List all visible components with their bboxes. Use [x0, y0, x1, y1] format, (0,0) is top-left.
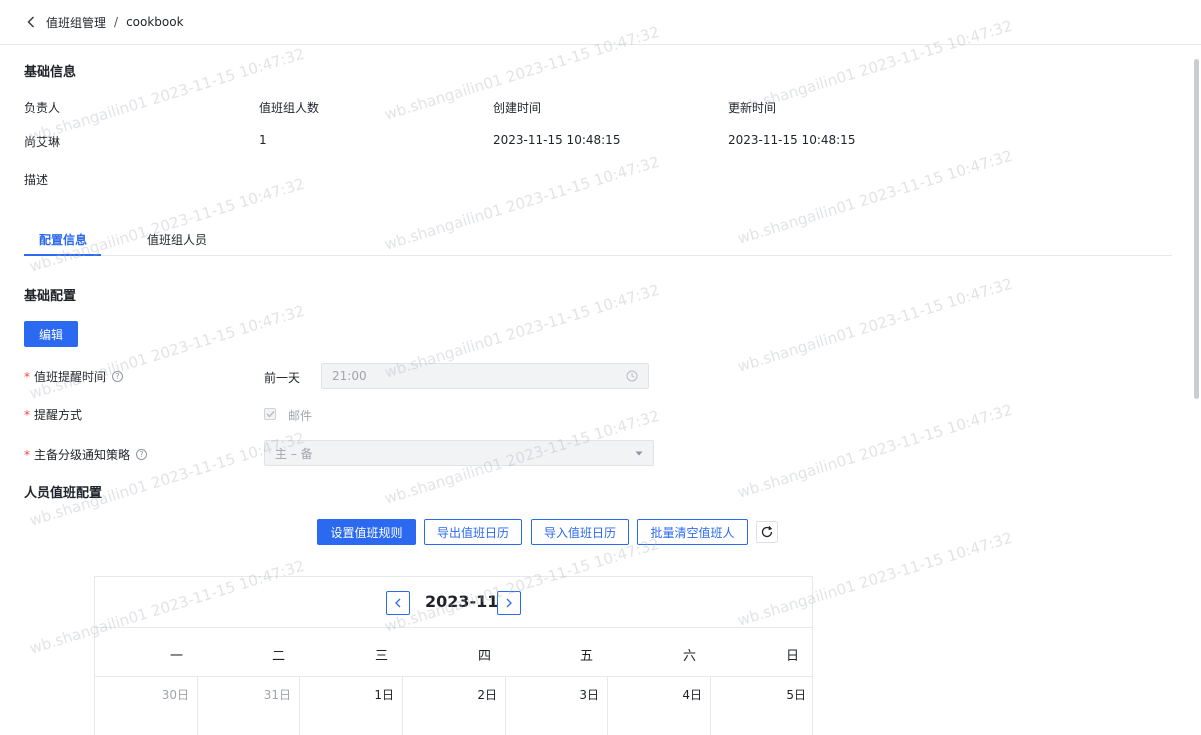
caret-down-icon [635, 451, 643, 456]
prev-month-button[interactable] [386, 591, 410, 615]
export-calendar-button[interactable]: 导出值班日历 [424, 519, 522, 545]
basic-config-title: 基础配置 [24, 289, 77, 304]
strategy-label: * 主备分级通知策略 ? [24, 446, 148, 463]
reminder-time-label-text: 值班提醒时间 [34, 370, 107, 384]
reminder-time-value: 21:00 [332, 369, 367, 383]
email-checkbox[interactable] [264, 408, 276, 420]
strategy-label-text: 主备分级通知策略 [34, 448, 131, 462]
calendar-day-cell[interactable]: 3日 [505, 677, 608, 735]
reminder-method-label: * 提醒方式 [24, 406, 82, 423]
schedule-config-title: 人员值班配置 [24, 486, 103, 501]
breadcrumb-separator: / [114, 15, 119, 29]
tab-bar: 配置信息 值班组人员 [24, 224, 1172, 256]
tab-active-indicator [24, 254, 101, 256]
weekday-mon: 一 [169, 649, 183, 664]
clock-icon [626, 370, 638, 382]
strategy-select[interactable]: 主 – 备 [264, 440, 654, 466]
calendar-day-cell[interactable]: 1日 [300, 677, 403, 735]
member-count-value: 1 [259, 133, 267, 147]
owner-label: 负责人 [24, 101, 61, 115]
help-icon[interactable]: ? [112, 371, 124, 382]
refresh-icon [760, 525, 774, 539]
basic-info-title: 基础信息 [24, 65, 77, 80]
scrollbar-thumb[interactable] [1194, 59, 1199, 399]
email-checkbox-label: 邮件 [288, 409, 313, 423]
duty-calendar: 2023-11 一 二 三 四 五 六 日 30日 31日 1日 2日 3日 4… [94, 576, 813, 735]
scrollbar[interactable] [1193, 45, 1201, 735]
reminder-prefix: 前一天 [264, 371, 301, 385]
clear-assignees-button[interactable]: 批量清空值班人 [637, 519, 748, 545]
breadcrumb: 值班组管理 / cookbook [0, 0, 1201, 45]
weekday-sat: 六 [682, 649, 696, 664]
updated-time-value: 2023-11-15 10:48:15 [728, 133, 856, 147]
required-mark: * [24, 407, 30, 422]
weekday-fri: 五 [579, 649, 593, 664]
tab-group-members[interactable]: 值班组人员 [147, 231, 207, 248]
calendar-day-cell[interactable]: 2日 [403, 677, 506, 735]
watermark: wb.shangailin01 2023-11-15 10:47:32 [27, 301, 307, 403]
calendar-month-title: 2023-11 [425, 592, 499, 611]
created-time-value: 2023-11-15 10:48:15 [493, 133, 621, 147]
help-icon[interactable]: ? [136, 449, 148, 460]
weekday-sun: 日 [785, 649, 799, 664]
watermark: wb.shangailin01 2023-11-15 10:47:32 [735, 274, 1015, 376]
reminder-time-input[interactable]: 21:00 [321, 363, 649, 389]
calendar-day-cell[interactable]: 30日 [95, 677, 198, 735]
required-mark: * [24, 369, 30, 384]
strategy-select-value: 主 – 备 [275, 446, 313, 461]
required-mark: * [24, 447, 30, 462]
weekday-tue: 二 [271, 649, 285, 664]
updated-time-label: 更新时间 [728, 101, 777, 115]
tab-config-info[interactable]: 配置信息 [39, 231, 87, 248]
weekday-wed: 三 [374, 649, 388, 664]
refresh-button[interactable] [756, 521, 778, 543]
reminder-time-label: * 值班提醒时间 ? [24, 368, 124, 385]
calendar-week-row: 30日 31日 1日 2日 3日 4日 5日 [95, 677, 812, 735]
owner-value: 尚艾琳 [24, 135, 61, 149]
chevron-left-icon[interactable] [24, 16, 38, 28]
calendar-day-cell[interactable]: 5日 [711, 677, 812, 735]
set-rule-button[interactable]: 设置值班规则 [317, 519, 416, 545]
description-label: 描述 [24, 173, 49, 187]
created-time-label: 创建时间 [493, 101, 542, 115]
next-month-button[interactable] [497, 591, 521, 615]
watermark: wb.shangailin01 2023-11-15 10:47:32 [27, 44, 307, 146]
watermark: wb.shangailin01 2023-11-15 10:47:32 [735, 400, 1015, 502]
calendar-day-cell[interactable]: 31日 [197, 677, 300, 735]
reminder-method-label-text: 提醒方式 [34, 408, 83, 422]
member-count-label: 值班组人数 [259, 101, 320, 115]
breadcrumb-current: cookbook [126, 15, 184, 29]
import-calendar-button[interactable]: 导入值班日历 [531, 519, 629, 545]
calendar-weekday-header: 一 二 三 四 五 六 日 [95, 627, 812, 677]
edit-button[interactable]: 编辑 [24, 321, 78, 347]
weekday-thu: 四 [477, 649, 491, 664]
calendar-day-cell[interactable]: 4日 [608, 677, 711, 735]
breadcrumb-parent-link[interactable]: 值班组管理 [46, 14, 106, 31]
